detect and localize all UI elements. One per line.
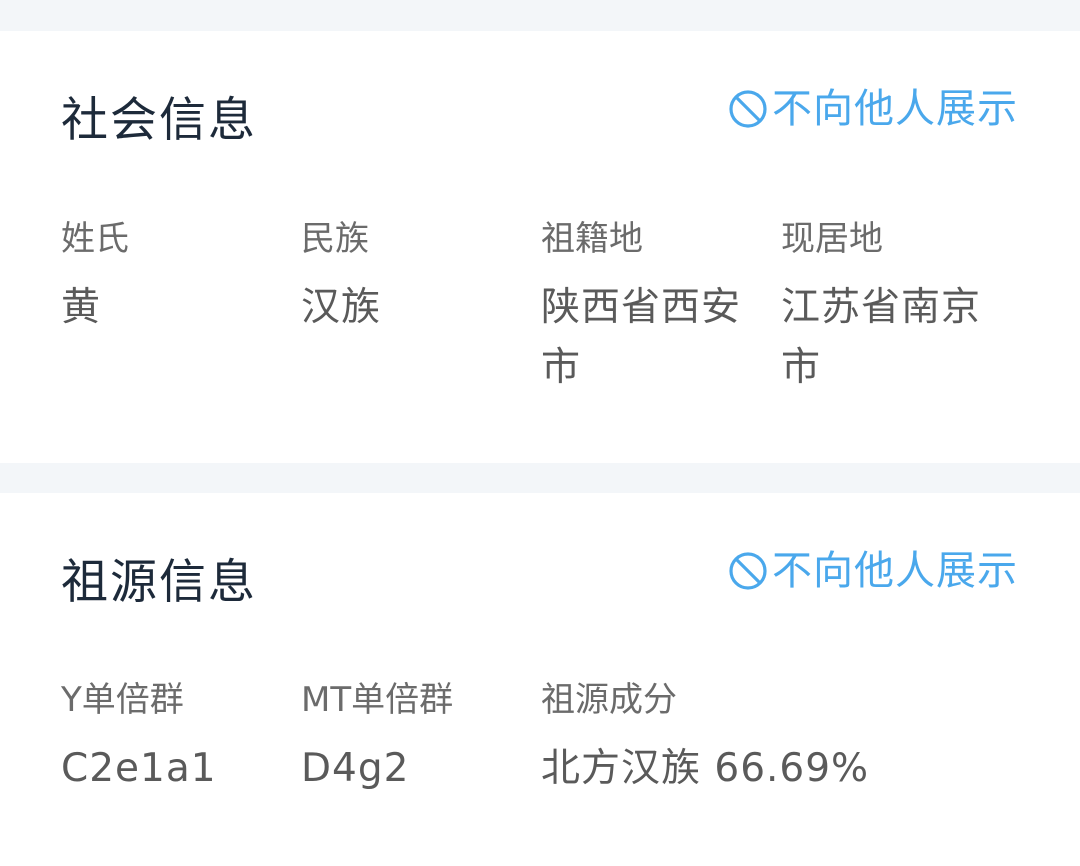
field-label: 民族 (301, 219, 369, 259)
field-label: 姓氏 (61, 219, 129, 259)
field-ethnicity: 民族 汉族 (301, 222, 516, 338)
field-label: 祖源成分 (541, 680, 677, 720)
no-entry-icon (728, 89, 768, 129)
field-ancestry-composition: 祖源成分 北方汉族 66.69% (541, 683, 1021, 799)
field-value: C2e1a1 (61, 746, 217, 791)
social-info-title: 社会信息 (61, 93, 257, 148)
ancestry-info-card: 祖源信息 不向他人展示 Y单倍群 C2e1a1 MT单倍群 D4g2 祖源成分 … (0, 493, 1080, 866)
field-value: 北方汉族 66.69% (541, 746, 870, 791)
profile-page: 社会信息 不向他人展示 姓氏 黄 民族 汉族 祖籍地 陕西省西安市 现居地 江苏… (0, 0, 1080, 866)
field-value: 江苏省南京市 (781, 285, 982, 390)
field-label: MT单倍群 (301, 680, 454, 720)
ancestry-info-title: 祖源信息 (61, 555, 257, 610)
field-value: 汉族 (301, 285, 382, 330)
privacy-toggle-label: 不向他人展示 (772, 548, 1018, 594)
no-entry-icon (728, 551, 768, 591)
field-label: 现居地 (781, 219, 883, 259)
social-info-privacy-toggle[interactable]: 不向他人展示 (728, 89, 1018, 129)
ancestry-info-privacy-toggle[interactable]: 不向他人展示 (728, 551, 1018, 591)
field-label: 祖籍地 (541, 219, 643, 259)
field-label: Y单倍群 (61, 680, 184, 720)
privacy-toggle-label: 不向他人展示 (772, 86, 1018, 132)
field-ancestral-home: 祖籍地 陕西省西安市 (541, 222, 756, 398)
field-y-haplogroup: Y单倍群 C2e1a1 (61, 683, 276, 799)
field-current-residence: 现居地 江苏省南京市 (781, 222, 996, 398)
social-info-card: 社会信息 不向他人展示 姓氏 黄 民族 汉族 祖籍地 陕西省西安市 现居地 江苏… (0, 31, 1080, 463)
field-value: 陕西省西安市 (541, 285, 742, 390)
field-surname: 姓氏 黄 (61, 222, 276, 338)
field-value: 黄 (61, 285, 102, 330)
field-mt-haplogroup: MT单倍群 D4g2 (301, 683, 516, 799)
field-value: D4g2 (301, 746, 410, 791)
